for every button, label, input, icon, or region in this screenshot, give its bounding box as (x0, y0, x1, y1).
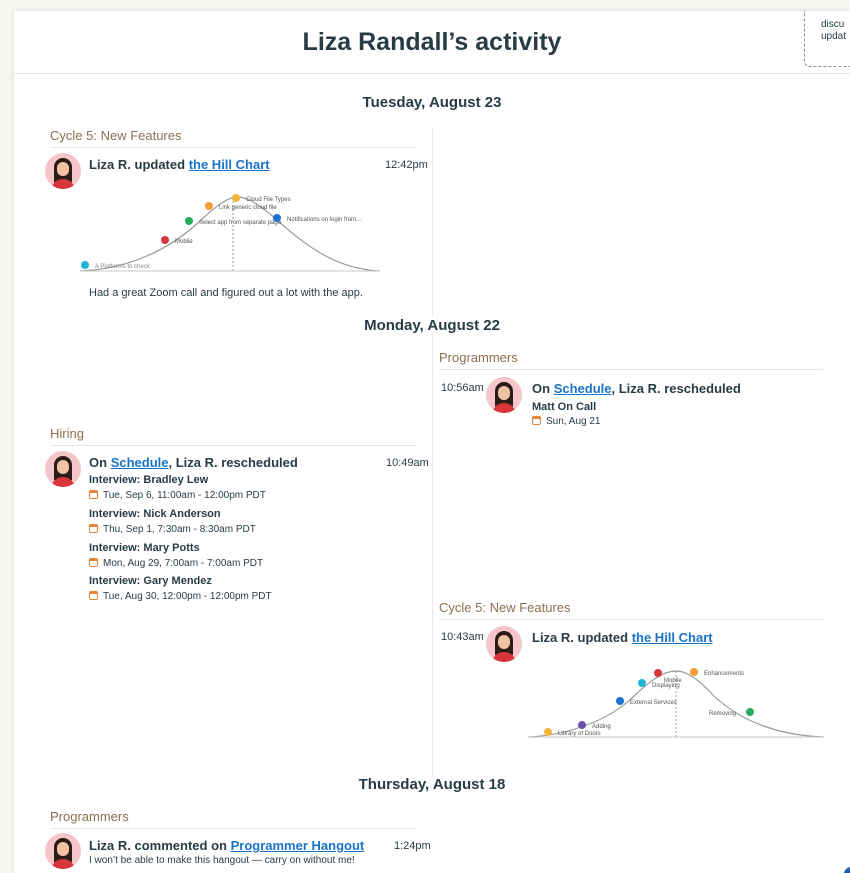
event-when: Tue, Sep 6, 11:00am - 12:00pm PDT (89, 490, 266, 501)
hill-point-label: Removing (709, 711, 736, 717)
hill-point[interactable] (205, 202, 213, 210)
hill-point[interactable] (273, 214, 281, 222)
calendar-icon (89, 490, 98, 499)
calendar-icon (532, 416, 541, 425)
hill-point-label: Library of Doors (558, 731, 601, 737)
entry-time: 10:49am (386, 457, 429, 469)
hill-point[interactable] (638, 679, 646, 687)
event-name[interactable]: Interview: Gary Mendez (89, 575, 212, 587)
hill-point[interactable] (654, 669, 662, 677)
entry-suffix: , Liza R. rescheduled (168, 455, 298, 470)
event-when: Mon, Aug 29, 7:00am - 7:00am PDT (89, 558, 263, 569)
avatar[interactable] (45, 451, 81, 487)
activity-page: Liza Randall’s activity discu updat Tues… (14, 11, 850, 873)
entry-actor: Liza R. updated (89, 157, 186, 172)
hill-chart-link[interactable]: the Hill Chart (189, 157, 270, 172)
entry-time: 10:43am (441, 631, 484, 643)
avatar[interactable] (486, 626, 522, 662)
entry-time: 12:42pm (385, 159, 428, 171)
hill-chart[interactable]: Enhancements Mobile Displaying External … (528, 663, 824, 753)
schedule-link[interactable]: Schedule (111, 455, 169, 470)
schedule-link[interactable]: Schedule (554, 381, 612, 396)
hill-point-label: A Platforms to check (95, 264, 151, 270)
hill-point-label: Select app from separate page (199, 220, 282, 226)
entry-title: Liza R. commented on Programmer Hangout (89, 838, 364, 853)
hill-point[interactable] (578, 721, 586, 729)
hill-point[interactable] (81, 261, 89, 269)
event-name[interactable]: Interview: Bradley Lew (89, 474, 208, 486)
hill-point-label: Notifications on login from... (287, 217, 361, 223)
hill-point[interactable] (746, 708, 754, 716)
bucket-label[interactable]: Programmers (50, 809, 416, 829)
event-when: Thu, Sep 1, 7:30am - 8:30am PDT (89, 524, 256, 535)
event-when: Tue, Aug 30, 12:00pm - 12:00pm PDT (89, 591, 272, 602)
hill-point-label: Cloud File Types (246, 197, 291, 203)
hill-point-label: Enhancements (704, 671, 744, 677)
tooltip-line: discu (821, 19, 845, 30)
calendar-icon (89, 591, 98, 600)
hill-point-label: Link generic cloud file (219, 205, 277, 211)
entry-actor: Liza R. commented on (89, 838, 227, 853)
bucket-label[interactable]: Programmers (439, 350, 823, 370)
bucket-label[interactable]: Hiring (50, 426, 416, 446)
hill-point-label: Displaying (652, 683, 680, 689)
calendar-icon (89, 524, 98, 533)
page-title: Liza Randall’s activity (302, 27, 562, 56)
day-heading: Monday, August 22 (14, 317, 850, 334)
entry-title: On Schedule, Liza R. rescheduled (532, 381, 741, 396)
calendar-icon (89, 558, 98, 567)
event-when: Sun, Aug 21 (532, 416, 601, 427)
hill-point-label: Mobile (175, 239, 193, 245)
event-name[interactable]: Interview: Nick Anderson (89, 508, 221, 520)
day-heading: Tuesday, August 23 (14, 94, 850, 111)
entry-time: 1:24pm (394, 840, 431, 852)
avatar[interactable] (486, 377, 522, 413)
event-name[interactable]: Interview: Mary Potts (89, 542, 200, 554)
entry-prefix: On (532, 381, 551, 396)
tooltip-line: updat (821, 31, 847, 42)
hill-point[interactable] (544, 728, 552, 736)
page-header: Liza Randall’s activity (14, 11, 850, 74)
avatar[interactable] (45, 153, 81, 189)
entry-prefix: On (89, 455, 108, 470)
entry-note: Had a great Zoom call and figured out a … (89, 287, 363, 299)
hill-point-label: External Services (630, 700, 677, 706)
hill-point[interactable] (616, 697, 624, 705)
hill-chart-link[interactable]: the Hill Chart (632, 630, 713, 645)
entry-title: Liza R. updated the Hill Chart (532, 630, 713, 645)
avatar[interactable] (45, 833, 81, 869)
day-heading: Thursday, August 18 (14, 776, 850, 793)
programmer-hangout-link[interactable]: Programmer Hangout (231, 838, 365, 853)
event-name[interactable]: Matt On Call (532, 401, 596, 413)
bucket-label[interactable]: Cycle 5: New Features (50, 128, 416, 148)
entry-actor: Liza R. updated (532, 630, 629, 645)
entry-suffix: , Liza R. rescheduled (611, 381, 741, 396)
bucket-label[interactable]: Cycle 5: New Features (439, 600, 823, 620)
hill-point[interactable] (690, 668, 698, 676)
column-divider (432, 129, 433, 779)
hill-point[interactable] (185, 217, 193, 225)
hill-point-label: Adding (592, 724, 611, 730)
scroll-handle-icon[interactable] (844, 867, 850, 873)
comment-text: I won’t be able to make this hangout — c… (89, 855, 355, 866)
entry-time: 10:56am (441, 382, 484, 394)
hill-chart[interactable]: Cloud File Types Link generic cloud file… (80, 189, 382, 275)
hill-point[interactable] (161, 236, 169, 244)
tooltip-popover: discu updat (804, 11, 850, 67)
entry-title: On Schedule, Liza R. rescheduled (89, 455, 298, 470)
entry-title: Liza R. updated the Hill Chart (89, 157, 270, 172)
hill-point[interactable] (232, 194, 240, 202)
